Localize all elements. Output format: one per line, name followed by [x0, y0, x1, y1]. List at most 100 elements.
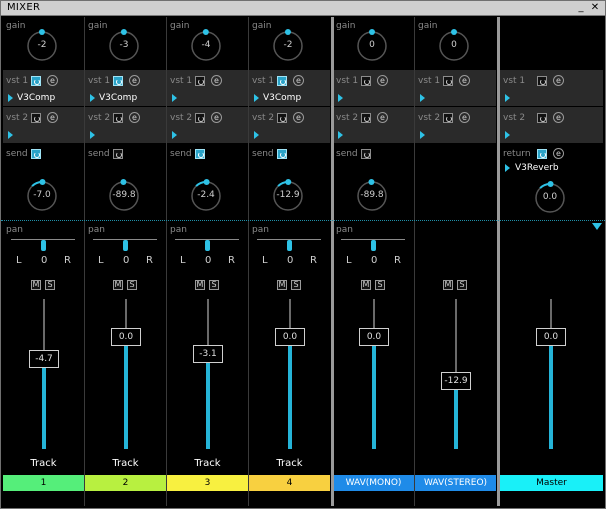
mute-button[interactable]: M — [113, 280, 123, 290]
vst2-expand-icon[interactable] — [90, 131, 95, 139]
fader-handle[interactable]: 0.0 — [359, 328, 389, 346]
vst2-power-icon[interactable] — [195, 113, 205, 123]
close-button[interactable]: ✕ — [589, 2, 601, 13]
gain-knob[interactable]: -4 — [189, 29, 223, 63]
fader-handle[interactable]: -12.9 — [441, 372, 471, 390]
master-vst1-edit-icon[interactable]: e — [553, 75, 564, 86]
mute-button[interactable]: M — [195, 280, 205, 290]
channel-number-button[interactable]: 4 — [249, 475, 330, 491]
vst2-power-icon[interactable] — [113, 113, 123, 123]
vst2-edit-icon[interactable]: e — [211, 112, 222, 123]
vst2-power-icon[interactable] — [443, 113, 453, 123]
channel-number-button[interactable]: WAV(MONO) — [333, 475, 414, 491]
vst2-expand-icon[interactable] — [8, 131, 13, 139]
vst1-expand-icon[interactable] — [8, 94, 13, 102]
vst1-power-icon[interactable] — [361, 76, 371, 86]
vst2-expand-icon[interactable] — [420, 131, 425, 139]
master-channel-button[interactable]: Master — [500, 475, 603, 491]
vst2-edit-icon[interactable]: e — [293, 112, 304, 123]
gain-knob[interactable]: -2 — [271, 29, 305, 63]
channel-number-button[interactable]: 3 — [167, 475, 248, 491]
send-knob[interactable]: -7.0 — [25, 179, 59, 213]
gain-knob[interactable]: 0 — [437, 29, 471, 63]
vst2-edit-icon[interactable]: e — [459, 112, 470, 123]
mute-button[interactable]: M — [277, 280, 287, 290]
gain-knob[interactable]: 0 — [355, 29, 389, 63]
title-bar[interactable]: MIXER _ ✕ — [1, 1, 605, 16]
vst1-power-icon[interactable] — [443, 76, 453, 86]
mute-button[interactable]: M — [443, 280, 453, 290]
master-vst1-expand-icon[interactable] — [505, 94, 510, 102]
vst1-edit-icon[interactable]: e — [293, 75, 304, 86]
minimize-button[interactable]: _ — [575, 2, 587, 13]
vst1-edit-icon[interactable]: e — [377, 75, 388, 86]
vst1-expand-icon[interactable] — [338, 94, 343, 102]
pan-handle[interactable] — [205, 240, 210, 251]
send-power-icon[interactable] — [277, 149, 287, 159]
return-knob[interactable]: 0.0 — [533, 181, 567, 215]
send-power-icon[interactable] — [195, 149, 205, 159]
vst2-edit-icon[interactable]: e — [47, 112, 58, 123]
vst1-expand-icon[interactable] — [90, 94, 95, 102]
vst2-power-icon[interactable] — [31, 113, 41, 123]
master-vst2-expand-icon[interactable] — [505, 131, 510, 139]
send-power-icon[interactable] — [361, 149, 371, 159]
vst1-plugin-name[interactable]: V3Comp — [99, 93, 137, 103]
master-vst1-power-icon[interactable] — [537, 76, 547, 86]
gain-knob[interactable]: -3 — [107, 29, 141, 63]
pan-handle[interactable] — [41, 240, 46, 251]
vst1-power-icon[interactable] — [277, 76, 287, 86]
pan-handle[interactable] — [371, 240, 376, 251]
channel-number-button[interactable]: 2 — [85, 475, 166, 491]
vst2-expand-icon[interactable] — [254, 131, 259, 139]
master-vst2-power-icon[interactable] — [537, 113, 547, 123]
fader-handle[interactable]: 0.0 — [275, 328, 305, 346]
vst1-edit-icon[interactable]: e — [47, 75, 58, 86]
solo-button[interactable]: S — [457, 280, 467, 290]
vst2-edit-icon[interactable]: e — [129, 112, 140, 123]
return-power-icon[interactable] — [537, 149, 547, 159]
fader-handle[interactable]: -4.7 — [29, 350, 59, 368]
scroll-down-icon[interactable] — [592, 223, 602, 230]
vst2-expand-icon[interactable] — [338, 131, 343, 139]
vst2-edit-icon[interactable]: e — [377, 112, 388, 123]
vst1-power-icon[interactable] — [195, 76, 205, 86]
vst2-power-icon[interactable] — [361, 113, 371, 123]
return-plugin-name[interactable]: V3Reverb — [515, 163, 559, 173]
master-vst2-edit-icon[interactable]: e — [553, 112, 564, 123]
vst1-power-icon[interactable] — [113, 76, 123, 86]
send-power-icon[interactable] — [31, 149, 41, 159]
gain-knob[interactable]: -2 — [25, 29, 59, 63]
solo-button[interactable]: S — [375, 280, 385, 290]
solo-button[interactable]: S — [45, 280, 55, 290]
vst1-expand-icon[interactable] — [420, 94, 425, 102]
fader-handle[interactable]: 0.0 — [111, 328, 141, 346]
pan-handle[interactable] — [123, 240, 128, 251]
channel-number-button[interactable]: 1 — [3, 475, 84, 491]
vst2-expand-icon[interactable] — [172, 131, 177, 139]
send-knob[interactable]: -12.9 — [271, 179, 305, 213]
send-knob[interactable]: -2.4 — [189, 179, 223, 213]
vst1-plugin-name[interactable]: V3Comp — [17, 93, 55, 103]
vst1-expand-icon[interactable] — [172, 94, 177, 102]
pan-handle[interactable] — [287, 240, 292, 251]
vst1-plugin-name[interactable]: V3Comp — [263, 93, 301, 103]
mute-button[interactable]: M — [31, 280, 41, 290]
master-fader-handle[interactable]: 0.0 — [536, 328, 566, 346]
vst1-expand-icon[interactable] — [254, 94, 259, 102]
solo-button[interactable]: S — [209, 280, 219, 290]
vst2-power-icon[interactable] — [277, 113, 287, 123]
vst1-edit-icon[interactable]: e — [211, 75, 222, 86]
solo-button[interactable]: S — [127, 280, 137, 290]
fader-handle[interactable]: -3.1 — [193, 345, 223, 363]
vst1-edit-icon[interactable]: e — [129, 75, 140, 86]
return-edit-icon[interactable]: e — [553, 148, 564, 159]
send-knob[interactable]: -89.8 — [107, 179, 141, 213]
send-knob[interactable]: -89.8 — [355, 179, 389, 213]
vst1-power-icon[interactable] — [31, 76, 41, 86]
solo-button[interactable]: S — [291, 280, 301, 290]
channel-number-button[interactable]: WAV(STEREO) — [415, 475, 496, 491]
mute-button[interactable]: M — [361, 280, 371, 290]
send-power-icon[interactable] — [113, 149, 123, 159]
return-expand-icon[interactable] — [505, 164, 510, 172]
